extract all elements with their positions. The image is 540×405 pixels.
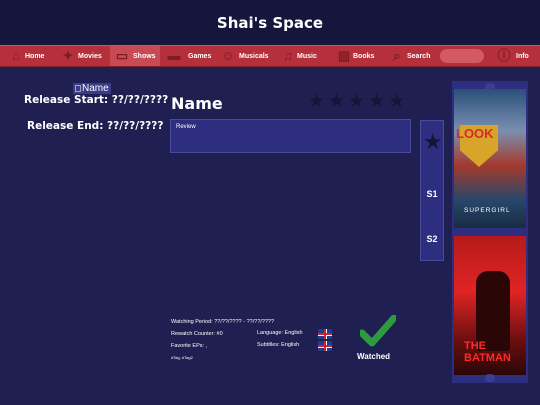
uk-flag-icon [318,329,332,339]
show-title: Name [171,94,223,113]
season-selector: ★ S1 S2 [420,120,444,261]
star-icon[interactable]: ★ [328,92,345,112]
site-header: Shai's Space [0,0,540,45]
poster-carousel: LOOK SUPERGIRL THE BATMAN [452,81,528,383]
musicals-icon: ☺ [221,48,235,63]
home-icon: ⌂ [12,48,20,63]
search-icon: ⌕ [393,48,401,63]
movies-icon: ✦ [62,48,74,63]
search-input[interactable] [440,49,484,63]
broken-image-icon [75,85,81,92]
nav-movies[interactable]: ✦ Movies [60,46,106,66]
nav-label: Info [516,52,529,60]
subtitles-label: Subtitles: English [257,342,300,348]
nav-games[interactable]: ▬ Games [166,46,214,66]
release-start: Release Start: ??/??/???? [24,94,169,106]
nav-shows[interactable]: ▭ Shows [110,46,160,66]
nav-music[interactable]: ♫ Music [280,46,320,66]
nav-books[interactable]: ▥ Books [336,46,380,66]
poster-title-text: THE BATMAN [464,340,511,364]
info-icon: ⓘ [497,48,511,63]
watched-label: Watched [357,352,391,361]
poster-subtitle-text: SUPERGIRL [464,207,511,214]
poster-figure-graphic [476,271,510,351]
tags: #Tag, #Tag2 [171,355,193,360]
nav-label: Books [353,52,375,60]
rewatch-counter: Rewatch Counter: #0 [171,331,223,337]
favorite-star-icon[interactable]: ★ [423,129,443,155]
star-icon[interactable]: ★ [348,92,365,112]
review-field[interactable]: Review [170,119,411,153]
season-button-s2[interactable]: S2 [421,234,443,244]
nav-label: Games [188,52,212,60]
favorite-episodes: Favorite EPs: , [171,343,208,349]
star-icon[interactable]: ★ [368,92,385,112]
books-icon: ▥ [337,48,351,63]
star-icon[interactable]: ★ [308,92,325,112]
nav-label: Musicals [239,52,269,60]
watching-period: Watching Period: ??/??/???? - ??/??/???? [171,319,275,325]
carousel-down-arrow-icon[interactable] [485,374,495,382]
show-poster-image: Name [73,83,111,94]
rating-stars[interactable]: ★ ★ ★ ★ ★ [308,92,405,112]
nav-label: Search [407,52,431,60]
carousel-poster[interactable]: LOOK SUPERGIRL [454,89,526,228]
watched-check-icon[interactable] [360,315,396,347]
star-icon[interactable]: ★ [388,92,405,112]
nav-label: Home [25,52,45,60]
review-placeholder: Review [176,124,196,130]
language-label: Language: English [257,330,303,336]
season-button-s1[interactable]: S1 [421,189,443,199]
nav-search[interactable]: ⌕ Search [389,46,437,66]
nav-label: Shows [133,52,156,60]
shows-icon: ▭ [115,48,129,63]
games-icon: ▬ [167,48,181,63]
nav-info[interactable]: ⓘ Info [496,46,536,66]
nav-label: Music [297,52,317,60]
poster-title-text: LOOK [456,126,494,141]
nav-label: Movies [78,52,102,60]
main-nav: ⌂ Home ✦ Movies ▭ Shows ▬ Games ☺ Musica… [0,45,540,67]
site-title: Shai's Space [216,13,324,32]
music-icon: ♫ [283,48,293,63]
poster-alt-text: Name [82,83,109,94]
carousel-poster[interactable]: THE BATMAN [454,236,526,375]
nav-home[interactable]: ⌂ Home [8,46,48,66]
release-end: Release End: ??/??/???? [27,120,164,132]
uk-flag-icon [318,341,332,351]
nav-musicals[interactable]: ☺ Musicals [220,46,276,66]
